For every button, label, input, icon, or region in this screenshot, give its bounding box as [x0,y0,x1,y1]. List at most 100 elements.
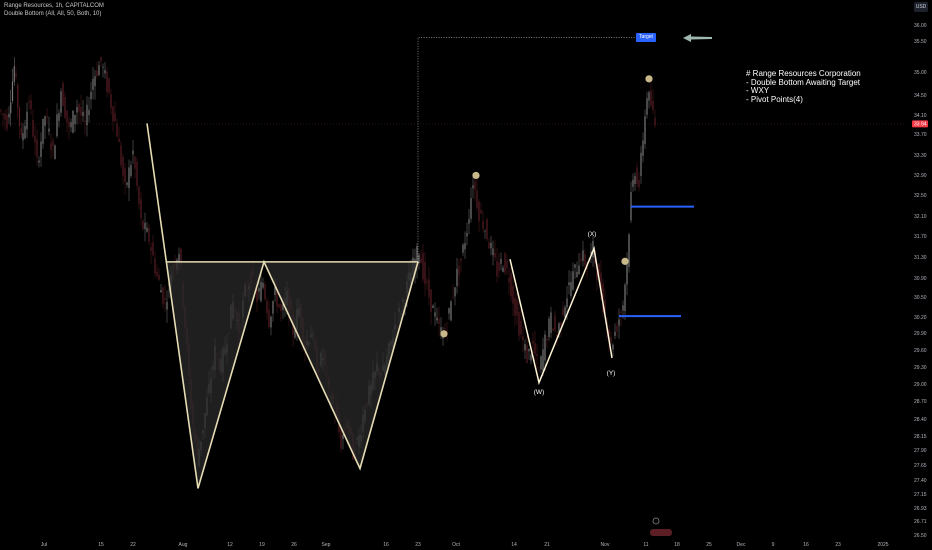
price-tick-label: 32.50 [914,193,927,199]
candle-body [482,221,484,229]
price-tick-label: 28.70 [914,399,927,405]
time-axis: Jul 15 22 Aug 12 19 26 Sep 16 23 Oct 14 21 Nov 11 18 25 D… [41,517,889,548]
candle-body [42,118,44,144]
candle-body [66,110,68,123]
candle-body [466,233,468,237]
candle-body [456,268,458,286]
currency-badge[interactable]: USD [914,2,928,12]
candle-body [166,301,168,310]
candle-body [574,264,576,268]
candle-body [506,260,508,268]
candle-body [126,182,128,185]
candle-body [524,344,526,351]
candle-body [450,301,452,321]
candle-body [88,109,90,116]
candle-body [30,100,32,109]
candle-body [11,81,14,102]
candle-body [580,258,582,262]
candle-body [112,106,114,122]
candle-body [536,354,538,356]
price-tick-label: 34.50 [914,93,927,99]
indicator-label[interactable]: Double Bottom (All, All, 50, Both, 10) [4,11,101,17]
candle-body [478,201,480,222]
time-tick-label: Sep [322,542,331,548]
candle-body [430,289,432,313]
candle-body [70,122,72,128]
candle-body [428,279,430,298]
price-tick-label: 35.00 [914,70,927,76]
candle-body [260,281,262,302]
candle-body [444,328,446,329]
candle-body [64,96,66,118]
price-tick-label: 28.40 [914,417,927,423]
candle-body [438,318,440,324]
price-tick-label: 32.10 [914,214,927,220]
candle-body [120,145,122,166]
candle-body [106,71,108,92]
time-tick-label: 11 [643,542,648,548]
price-tick-label: 26.93 [914,506,927,512]
candle-body [500,258,502,264]
candle-body [52,140,54,146]
candle-body [17,84,19,108]
candle-body [562,308,564,316]
candle-body [642,140,644,156]
price-axis: 36.00 35.50 35.00 34.50 34.10 33.70 33.30 32.90… [912,23,928,539]
candle-body [650,90,652,106]
candle-body [160,290,162,293]
candle-body [48,128,50,132]
candle-body [134,157,136,169]
time-tick-label: 19 [259,542,265,548]
candle-body [570,282,572,296]
pivot-dot [645,75,653,83]
candle-body [158,274,160,281]
candle-body [32,119,34,137]
chart-title: Range Resources, 1h, CAPITALCOM [4,3,104,9]
candle-body [132,150,134,155]
candle-body [566,298,568,308]
candle-body [74,115,76,124]
candle-body [258,287,260,292]
candle-body [128,167,130,188]
candle-body [434,312,436,317]
time-tick-label: Jul [41,542,47,548]
time-tick-label: Aug [179,542,188,548]
candle-body [476,190,478,209]
candle-body [422,253,424,280]
price-tick-label: 35.50 [914,39,927,45]
candle-body [496,261,498,277]
candle-body [96,70,98,77]
wxy-label: (Y) [607,370,616,377]
candle-body [614,331,616,336]
pivot-dot [440,330,448,338]
wxy-label: (X) [588,231,597,238]
candle-body [84,120,86,123]
candle-body [526,345,528,364]
candle-body [104,70,106,74]
wxy-line [509,245,613,386]
time-tick-label: 21 [544,542,550,548]
annotation-notes: # Range Resources Corporation - Double B… [746,69,861,104]
price-tick-label: 33.70 [914,132,927,138]
candle-body [148,227,150,242]
time-tick-label: 22 [130,542,136,548]
candle-body [652,100,654,111]
candle-body [486,219,488,240]
candle-body [522,336,524,340]
candle-body [498,262,500,271]
candle-body [22,133,24,141]
pivot-dot [472,171,480,180]
price-tick-label: 30.50 [914,295,927,301]
candle-body [34,135,36,143]
candle-body [578,265,580,275]
candle-body [452,297,454,298]
candle-body [554,315,556,330]
candle-body [50,143,52,151]
candle-body [8,113,10,118]
price-tick-label: 29.30 [914,365,927,371]
candle-body [552,328,554,331]
time-tick-label: Nov [601,542,610,548]
candle-body [92,78,94,90]
price-tick-label: 31.70 [914,234,927,240]
candle-body [38,160,40,163]
